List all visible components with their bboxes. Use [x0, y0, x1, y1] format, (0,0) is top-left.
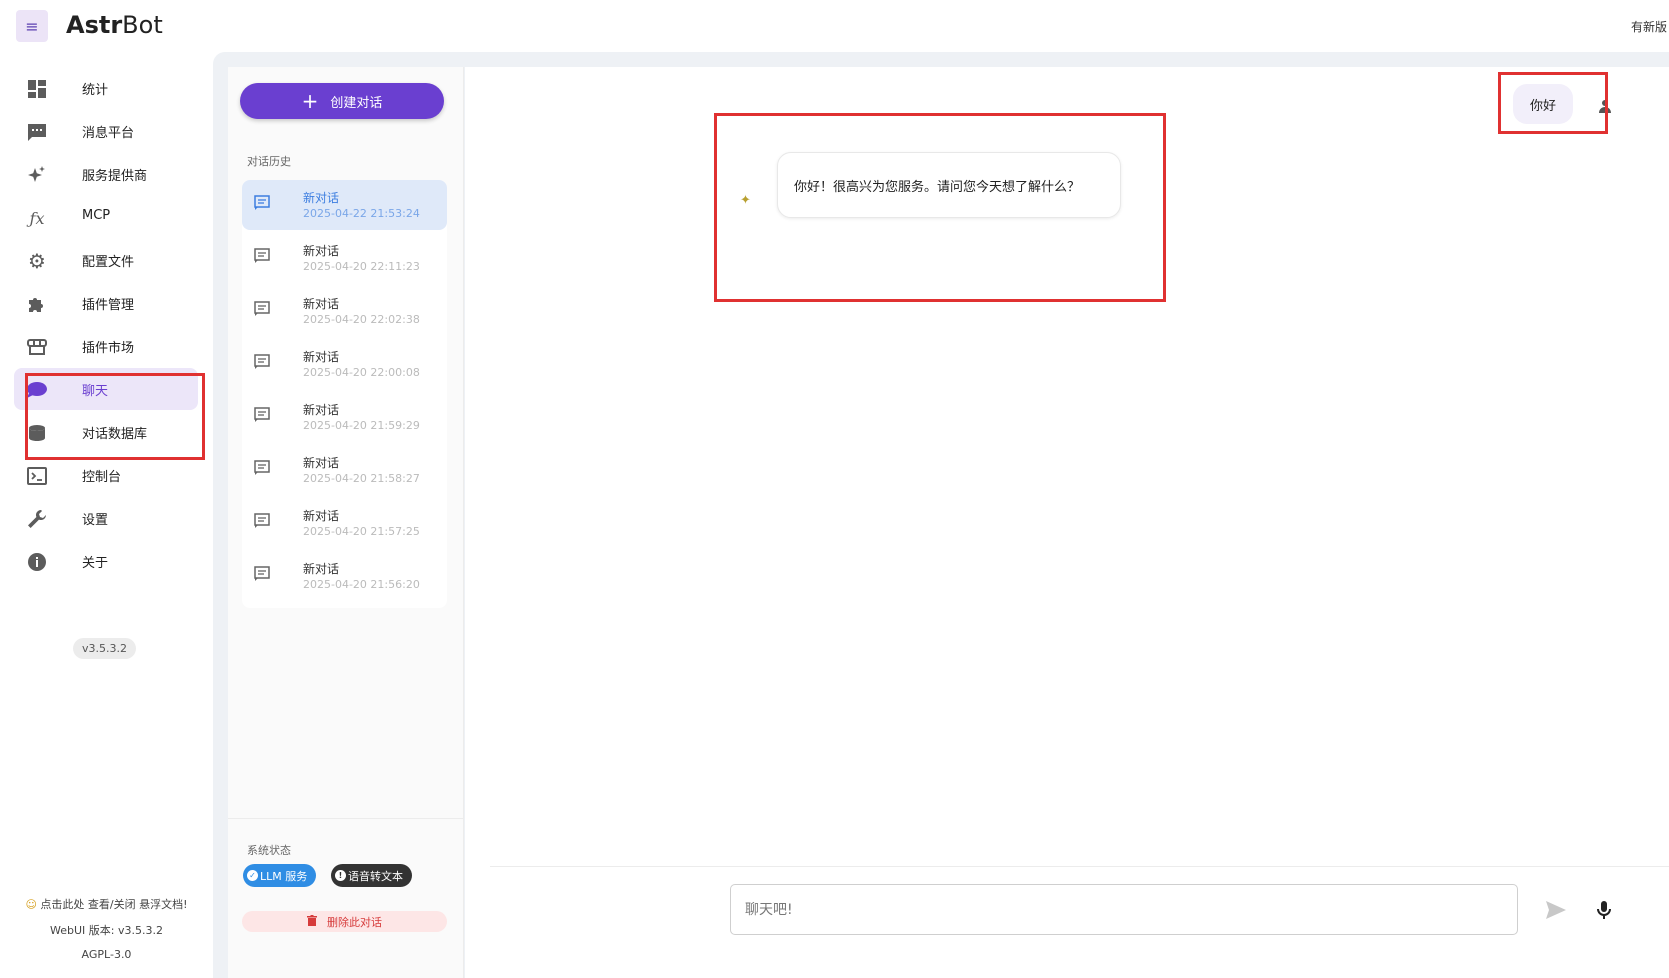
chat-input[interactable] [730, 884, 1518, 935]
license-text: AGPL-3.0 [81, 948, 132, 961]
conversation-date: 2025-04-20 22:11:23 [303, 260, 420, 273]
sidebar-item-stats[interactable]: 统计 [14, 67, 198, 109]
conversation-title: 新对话 [303, 191, 340, 205]
status-divider [228, 818, 464, 819]
user-message-bubble: 你好 [1513, 84, 1573, 124]
sidebar-item-platforms[interactable]: 消息平台 [14, 110, 198, 152]
sidebar-item-label: 聊天 [82, 384, 109, 399]
conversation-date: 2025-04-20 21:56:20 [303, 578, 420, 591]
sparkle-icon [26, 164, 48, 186]
sidebar-item-label: 插件管理 [82, 298, 135, 313]
conversation-title: 新对话 [303, 297, 340, 311]
float-doc-hint[interactable]: ☺ 点击此处 查看/关闭 悬浮文档! [0, 896, 213, 912]
sidebar-item-database[interactable]: 对话数据库 [14, 411, 198, 453]
create-conversation-button[interactable]: + 创建对话 [240, 83, 444, 119]
app-brand: AstrBot [66, 11, 163, 39]
store-icon [26, 336, 48, 358]
conversation-title: 新对话 [303, 244, 340, 258]
check-icon: ✓ [247, 870, 258, 881]
conversation-list: 新对话 2025-04-22 21:53:24 新对话 2025-04-20 2… [242, 180, 447, 608]
delete-conversation-button[interactable]: 删除此对话 [242, 911, 447, 932]
conversation-item[interactable]: 新对话 2025-04-20 21:56:20 [242, 551, 447, 601]
wrench-icon [26, 508, 48, 530]
conversation-title: 新对话 [303, 350, 340, 364]
update-notice[interactable]: 有新版 [1631, 18, 1667, 35]
top-app-bar: ≡ AstrBot 有新版 [0, 0, 1669, 50]
conversation-item[interactable]: 新对话 2025-04-20 21:58:27 [242, 445, 447, 495]
smile-icon: ☺ [25, 898, 37, 911]
conversation-date: 2025-04-22 21:53:24 [303, 207, 420, 220]
stt-status-chip[interactable]: ! 语音转文本 [331, 864, 412, 887]
conversation-title: 新对话 [303, 456, 340, 470]
sidebar-item-market[interactable]: 插件市场 [14, 325, 198, 367]
conversation-item[interactable]: 新对话 2025-04-22 21:53:24 [242, 180, 447, 230]
trash-icon [307, 914, 317, 929]
sidebar-item-config[interactable]: ⚙ 配置文件 [14, 239, 198, 281]
puzzle-icon [26, 293, 48, 315]
conversation-item[interactable]: 新对话 2025-04-20 21:57:25 [242, 498, 447, 548]
sidebar-item-settings[interactable]: 设置 [14, 497, 198, 539]
sidebar-item-label: 统计 [82, 83, 109, 98]
history-label: 对话历史 [247, 155, 291, 168]
conversation-icon [254, 248, 270, 263]
conversation-icon [254, 513, 270, 528]
conversation-icon [254, 354, 270, 369]
webui-version: WebUI 版本: v3.5.3.2 [50, 924, 163, 937]
gear-icon: ⚙ [28, 249, 46, 273]
sidebar-item-label: 配置文件 [82, 255, 135, 270]
conversation-date: 2025-04-20 22:00:08 [303, 366, 420, 379]
bot-message-bubble: 你好！很高兴为您服务。请问您今天想了解什么？ [777, 152, 1121, 218]
menu-toggle-button[interactable]: ≡ [16, 10, 48, 42]
info-icon [26, 551, 48, 573]
conversation-date: 2025-04-20 21:59:29 [303, 419, 420, 432]
sidebar-item-label: 对话数据库 [82, 427, 148, 442]
message-icon [26, 121, 48, 143]
sidebar-item-providers[interactable]: 服务提供商 [14, 153, 198, 195]
conversation-item[interactable]: 新对话 2025-04-20 22:11:23 [242, 233, 447, 283]
send-icon[interactable] [1544, 898, 1568, 922]
console-icon [26, 465, 48, 487]
conversation-title: 新对话 [303, 403, 340, 417]
conversation-date: 2025-04-20 22:02:38 [303, 313, 420, 326]
conversation-icon [254, 195, 270, 210]
sidebar-item-mcp[interactable]: ƒx MCP [14, 196, 198, 238]
sidebar-item-label: 关于 [82, 556, 109, 571]
conversation-icon [254, 301, 270, 316]
conversation-title: 新对话 [303, 509, 340, 523]
conversation-item[interactable]: 新对话 2025-04-20 21:59:29 [242, 392, 447, 442]
sidebar-item-label: 控制台 [82, 470, 122, 485]
sidebar-item-label: 插件市场 [82, 341, 135, 356]
alert-icon: ! [335, 870, 346, 881]
llm-status-chip[interactable]: ✓ LLM 服务 [243, 864, 317, 887]
sidebar: 统计 消息平台 服务提供商 ƒx MCP ⚙ 配置文件 插件管理 插件市场 聊天… [0, 50, 213, 978]
conversation-date: 2025-04-20 21:57:25 [303, 525, 420, 538]
chat-icon [26, 379, 48, 401]
system-status-label: 系统状态 [247, 844, 291, 857]
sidebar-item-label: MCP [82, 208, 111, 223]
sidebar-item-label: 消息平台 [82, 126, 135, 141]
conversation-date: 2025-04-20 21:58:27 [303, 472, 420, 485]
conversation-title: 新对话 [303, 562, 340, 576]
bot-avatar-icon: ✦ [740, 193, 751, 208]
sidebar-item-label: 设置 [82, 513, 109, 528]
sidebar-item-console[interactable]: 控制台 [14, 454, 198, 496]
function-icon: ƒx [29, 208, 45, 228]
menu-icon: ≡ [25, 16, 39, 36]
conversation-icon [254, 566, 270, 581]
conversation-item[interactable]: 新对话 2025-04-20 22:02:38 [242, 286, 447, 336]
input-divider [490, 866, 1669, 867]
conversation-icon [254, 460, 270, 475]
version-chip: v3.5.3.2 [73, 638, 136, 659]
conversation-item[interactable]: 新对话 2025-04-20 22:00:08 [242, 339, 447, 389]
microphone-icon[interactable] [1592, 898, 1616, 922]
database-icon [26, 422, 48, 444]
sidebar-item-plugins[interactable]: 插件管理 [14, 282, 198, 324]
sidebar-item-label: 服务提供商 [82, 169, 148, 184]
dashboard-icon [26, 78, 48, 100]
user-avatar-icon [1598, 98, 1612, 117]
conversation-icon [254, 407, 270, 422]
plus-icon: + [301, 89, 319, 113]
sidebar-item-about[interactable]: 关于 [14, 540, 198, 582]
sidebar-item-chat[interactable]: 聊天 [14, 368, 198, 410]
